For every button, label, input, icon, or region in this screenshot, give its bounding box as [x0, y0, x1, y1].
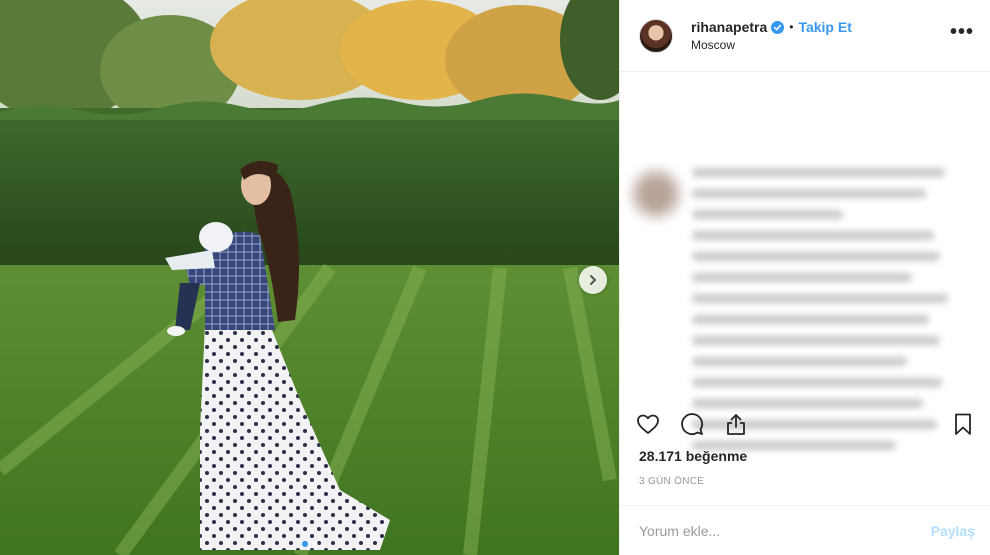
bookmark-icon[interactable]	[951, 412, 975, 436]
like-count[interactable]: 28.171 beğenme	[639, 448, 747, 464]
header-separator: •	[789, 20, 794, 34]
follow-button[interactable]: Takip Et	[798, 19, 851, 35]
share-icon[interactable]	[724, 412, 748, 436]
post-comment-button[interactable]: Paylaş	[931, 523, 975, 539]
photo-illustration	[0, 0, 619, 555]
post-header: rihanapetra • Takip Et Moscow •••	[620, 0, 990, 72]
chevron-right-icon	[590, 275, 597, 285]
username-link[interactable]: rihanapetra	[691, 19, 767, 35]
header-text: rihanapetra • Takip Et Moscow	[691, 19, 950, 52]
comment-icon[interactable]	[680, 412, 704, 436]
heart-icon[interactable]	[636, 412, 660, 436]
carousel-dot	[311, 541, 318, 547]
verified-badge-icon	[771, 20, 785, 34]
location-link[interactable]: Moscow	[691, 38, 950, 52]
header-line: rihanapetra • Takip Et	[691, 19, 950, 35]
caption-area	[620, 72, 990, 450]
comment-input[interactable]	[639, 522, 931, 539]
carousel-next-button[interactable]	[579, 266, 607, 294]
comment-bar: Paylaş	[620, 505, 990, 555]
avatar[interactable]	[639, 18, 673, 53]
post-sidebar: rihanapetra • Takip Et Moscow ••• 28.171…	[619, 0, 990, 555]
carousel-indicator	[0, 541, 619, 547]
post-timestamp[interactable]: 3 GÜN ÖNCE	[639, 476, 704, 487]
more-options-button[interactable]: •••	[950, 22, 974, 45]
caption-avatar-blurred	[628, 166, 684, 222]
carousel-dot	[301, 541, 308, 547]
post-photo[interactable]	[0, 0, 619, 555]
action-bar	[620, 400, 990, 448]
